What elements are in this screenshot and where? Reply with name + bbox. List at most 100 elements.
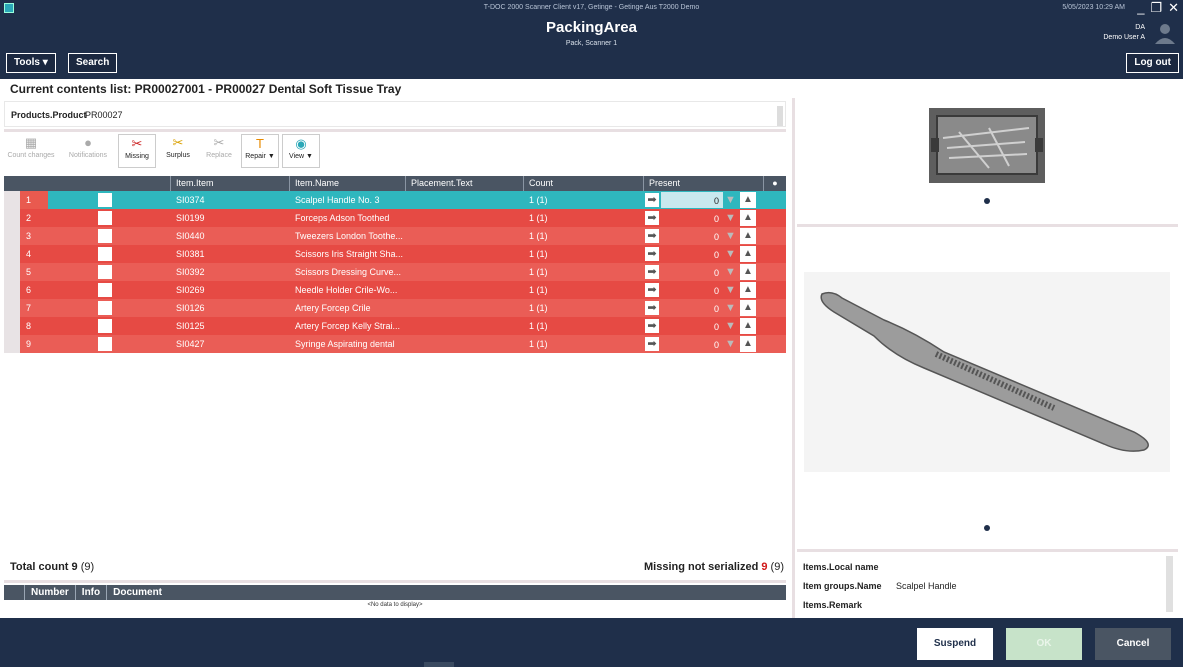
carousel-dot[interactable] (984, 525, 990, 531)
arrow-right-icon[interactable]: ➡ (645, 265, 659, 279)
arrow-right-icon[interactable]: ➡ (645, 211, 659, 225)
decrement-icon[interactable]: ▼ (725, 248, 736, 260)
logout-button[interactable]: Log out (1126, 53, 1179, 73)
arrow-right-icon[interactable]: ➡ (645, 319, 659, 333)
count-changes-button[interactable]: ▦ Count changes (4, 134, 58, 168)
table-row[interactable]: 5 SI0392 Scissors Dressing Curve... 1 (1… (4, 263, 786, 281)
cancel-button[interactable]: Cancel (1095, 628, 1171, 660)
arrow-right-icon[interactable]: ➡ (645, 283, 659, 297)
row-checkbox[interactable] (98, 229, 112, 243)
present-value[interactable]: 0 (661, 192, 723, 208)
present-value[interactable]: 0 (661, 228, 723, 244)
increment-icon[interactable]: ▲ (740, 264, 756, 280)
decrement-icon[interactable]: ▼ (725, 284, 736, 296)
present-value[interactable]: 0 (661, 210, 723, 226)
suspend-button[interactable]: Suspend (917, 628, 993, 660)
increment-icon[interactable]: ▲ (740, 318, 756, 334)
decrement-icon[interactable]: ▼ (725, 230, 736, 242)
decrement-icon[interactable]: ▼ (725, 212, 736, 224)
panel-splitter[interactable] (792, 98, 795, 618)
decrement-icon[interactable]: ▼ (725, 320, 736, 332)
row-checkbox[interactable] (98, 283, 112, 297)
arrow-right-icon[interactable]: ➡ (645, 247, 659, 261)
close-icon[interactable]: ✕ (1168, 0, 1179, 16)
contents-grid: Item.Item Item.Name Placement.Text Count… (4, 176, 786, 353)
row-checkbox[interactable] (98, 301, 112, 315)
carousel-dot[interactable] (984, 198, 990, 204)
column-header[interactable]: Document (106, 585, 168, 600)
present-value[interactable]: 0 (661, 264, 723, 280)
table-row[interactable]: 4 SI0381 Scissors Iris Straight Sha... 1… (4, 245, 786, 263)
notifications-button[interactable]: ● Notifications (61, 134, 115, 168)
row-checkbox[interactable] (98, 211, 112, 225)
arrow-right-icon[interactable]: ➡ (645, 193, 659, 207)
window-controls: _ ❐ ✕ (1137, 0, 1179, 16)
product-scrollbar[interactable] (777, 106, 783, 126)
present-value[interactable]: 0 (661, 318, 723, 334)
column-header[interactable]: Info (74, 585, 106, 600)
decrement-icon[interactable]: ▼ (725, 266, 736, 278)
present-value[interactable]: 0 (661, 282, 723, 298)
row-checkbox[interactable] (98, 247, 112, 261)
grid-header: Item.Item Item.Name Placement.Text Count… (4, 176, 786, 191)
present-value[interactable]: 0 (661, 336, 723, 352)
row-checkbox[interactable] (98, 337, 112, 351)
table-row[interactable]: 1 SI0374 Scalpel Handle No. 3 1 (1) ➡ 0 … (4, 191, 786, 209)
minimize-icon[interactable]: _ (1137, 0, 1144, 16)
arrow-right-icon[interactable]: ➡ (645, 337, 659, 351)
row-checkbox[interactable] (98, 193, 112, 207)
table-row[interactable]: 2 SI0199 Forceps Adson Toothed 1 (1) ➡ 0… (4, 209, 786, 227)
item-name: Tweezers London Toothe... (295, 231, 403, 241)
ok-button[interactable]: OK (1006, 628, 1082, 660)
column-header[interactable]: Item.Item (170, 176, 289, 191)
view-button[interactable]: ◉ View ▼ (282, 134, 320, 168)
replace-button[interactable]: ✂ Replace (200, 134, 238, 168)
item-code: SI0440 (176, 231, 205, 241)
decrement-icon[interactable]: ▼ (725, 338, 736, 350)
table-row[interactable]: 7 SI0126 Artery Forcep Crile 1 (1) ➡ 0 ▼… (4, 299, 786, 317)
increment-icon[interactable]: ▲ (740, 300, 756, 316)
item-count: 1 (1) (529, 231, 548, 241)
table-row[interactable]: 9 SI0427 Syringe Aspirating dental 1 (1)… (4, 335, 786, 353)
arrow-right-icon[interactable]: ➡ (645, 229, 659, 243)
restore-icon[interactable]: ❐ (1150, 0, 1162, 16)
missing-button[interactable]: ✂ Missing (118, 134, 156, 168)
toolbar: ▦ Count changes ● Notifications ✂ Missin… (4, 134, 320, 170)
tools-button[interactable]: Tools ▾ (6, 53, 56, 73)
present-value[interactable]: 0 (661, 246, 723, 262)
search-button[interactable]: Search (68, 53, 118, 73)
increment-icon[interactable]: ▲ (740, 228, 756, 244)
info-scrollbar[interactable] (1166, 556, 1173, 612)
arrow-right-icon[interactable]: ➡ (645, 301, 659, 315)
row-number: 1 (20, 191, 48, 209)
window-title: T-DOC 2000 Scanner Client v17, Getinge -… (483, 4, 700, 11)
increment-icon[interactable]: ▲ (740, 282, 756, 298)
column-header[interactable]: Present (643, 176, 763, 191)
surplus-button[interactable]: ✂ Surplus (159, 134, 197, 168)
column-header[interactable]: Number (24, 585, 75, 600)
increment-icon[interactable]: ▲ (740, 210, 756, 226)
product-label: Products.Product (11, 110, 87, 120)
column-header[interactable]: Item.Name (289, 176, 405, 191)
increment-icon[interactable]: ▲ (740, 192, 756, 208)
item-group-label: Item groups.Name (803, 581, 882, 591)
increment-icon[interactable]: ▲ (740, 246, 756, 262)
table-row[interactable]: 8 SI0125 Artery Forcep Kelly Strai... 1 … (4, 317, 786, 335)
tray-thumbnail[interactable] (929, 108, 1045, 183)
decrement-icon[interactable]: ▼ (725, 194, 736, 206)
column-header[interactable]: Placement.Text (405, 176, 523, 191)
table-row[interactable]: 6 SI0269 Needle Holder Crile-Wo... 1 (1)… (4, 281, 786, 299)
table-row[interactable]: 3 SI0440 Tweezers London Toothe... 1 (1)… (4, 227, 786, 245)
column-header[interactable]: Count (523, 176, 643, 191)
present-value[interactable]: 0 (661, 300, 723, 316)
row-checkbox[interactable] (98, 319, 112, 333)
decrement-icon[interactable]: ▼ (725, 302, 736, 314)
increment-icon[interactable]: ▲ (740, 336, 756, 352)
row-checkbox[interactable] (98, 265, 112, 279)
row-number: 7 (26, 303, 32, 313)
total-count: Total count 9 (9) (10, 561, 95, 573)
avatar[interactable] (1153, 22, 1177, 44)
item-code: SI0125 (176, 321, 205, 331)
repair-button[interactable]: T Repair ▼ (241, 134, 279, 168)
remark-label: Items.Remark (803, 600, 863, 610)
